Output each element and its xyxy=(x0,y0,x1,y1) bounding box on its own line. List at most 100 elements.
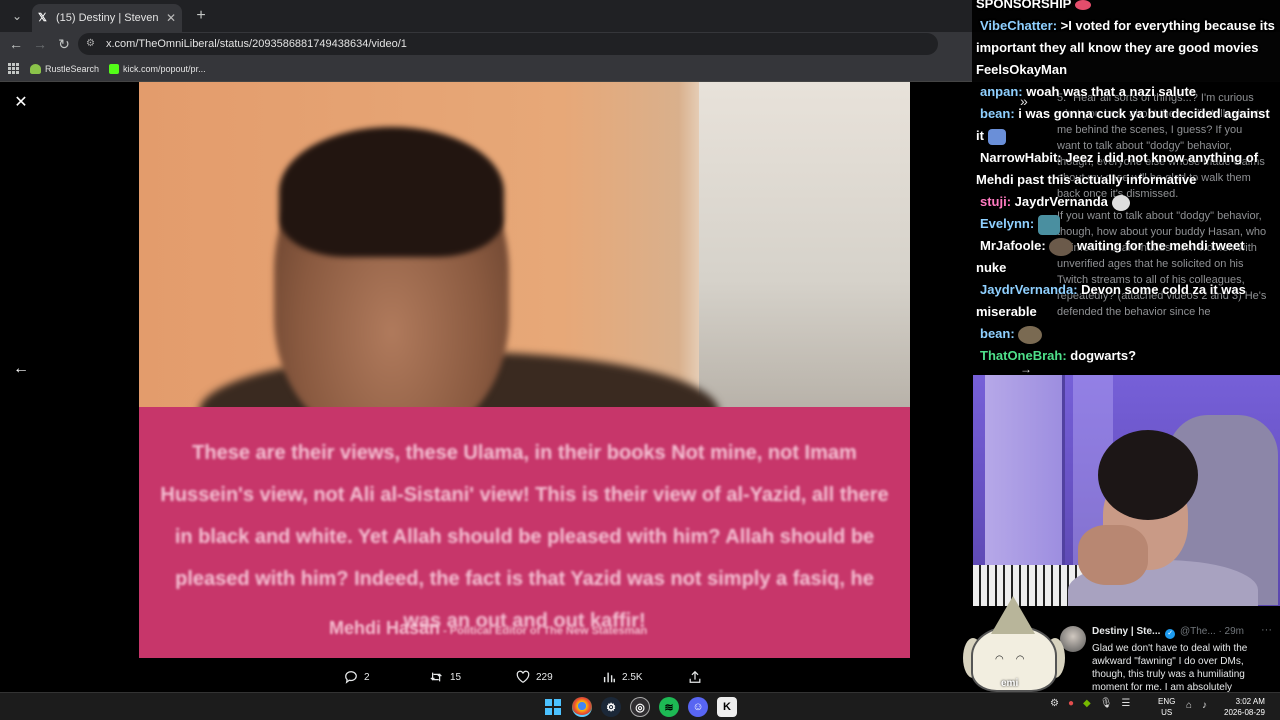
emote-icon xyxy=(1018,325,1043,344)
chat-message: NarrowHabit: Jeez i did not know anythin… xyxy=(976,147,1276,191)
tweet-preview-card[interactable]: Destiny | Ste... ✓ @The... · 29m ··· Gla… xyxy=(1048,618,1280,693)
tray-steam-icon[interactable]: ⚙ xyxy=(1050,698,1059,709)
discord-icon[interactable]: ☺ xyxy=(688,697,708,717)
chat-message: stuji: JaydrVernanda xyxy=(976,191,1276,213)
heart-icon xyxy=(516,670,530,683)
video-frame-window xyxy=(699,82,910,412)
windows-taskbar: ⚙ ◎ ≋ ☺ K ⚙ ● ◆ 🎙︎ ☰ ENG US ⌂ ♪ 3:02 AM … xyxy=(0,692,1280,720)
chat-message: Evelynn: xyxy=(976,213,1276,235)
address-url: x.com/TheOmniLiberal/status/209358688174… xyxy=(106,38,407,50)
clock-date: 2026-08-29 xyxy=(1224,708,1265,717)
chat-message: SPONSORSHIP xyxy=(976,0,1276,15)
tab-title: (15) Destiny | Steven Bonne xyxy=(56,12,160,24)
chat-username: VibeChatter: xyxy=(980,18,1058,33)
repost-button[interactable]: 15 xyxy=(430,667,516,687)
repost-icon xyxy=(430,672,442,682)
forward-arrow-icon[interactable]: → xyxy=(30,34,50,54)
tab-search-chevron-icon[interactable]: ⌄ xyxy=(6,5,28,27)
tweet-author-name[interactable]: Destiny | Ste... xyxy=(1092,626,1160,637)
steam-icon[interactable]: ⚙ xyxy=(601,697,621,717)
back-arrow-icon[interactable]: ← xyxy=(6,34,26,54)
site-info-icon[interactable]: ⚙ xyxy=(86,38,98,50)
apps-grid-icon[interactable] xyxy=(8,62,20,75)
browser-tab[interactable]: 𝕏 (15) Destiny | Steven Bonne ✕ xyxy=(32,4,182,32)
view-count: 2.5K xyxy=(622,671,643,683)
reply-count: 2 xyxy=(364,671,370,683)
emote-icon xyxy=(1037,214,1060,235)
emote-icon xyxy=(1111,194,1130,211)
like-count: 229 xyxy=(536,671,553,683)
verified-badge-icon: ✓ xyxy=(1165,629,1176,639)
repost-count: 15 xyxy=(450,671,462,683)
attribution-name: Mehdi Hasan xyxy=(329,618,441,638)
reply-icon xyxy=(345,671,357,684)
chat-username: NarrowHabit: xyxy=(980,150,1062,165)
address-bar[interactable]: ⚙ x.com/TheOmniLiberal/status/2093586881… xyxy=(78,33,938,55)
video-caption-attribution: Mehdi Hasan - Political Editor of The Ne… xyxy=(329,618,647,639)
chat-username: bean: xyxy=(980,326,1015,341)
spotify-icon[interactable]: ≋ xyxy=(659,697,679,717)
tray-shield-icon[interactable]: ● xyxy=(1068,698,1074,709)
chat-username: ThatOneBrah: xyxy=(980,348,1067,363)
views-chart-icon xyxy=(603,672,615,683)
bookmark-rustlesearch[interactable]: RustleSearch xyxy=(30,63,99,74)
tab-close-icon[interactable]: ✕ xyxy=(166,11,176,25)
chat-text: woah was that a nazi salute xyxy=(1022,84,1197,99)
more-options-icon[interactable]: ··· xyxy=(1261,624,1272,636)
chrome-icon[interactable] xyxy=(572,697,592,717)
system-tray: ⚙ ● ◆ 🎙︎ ☰ xyxy=(1050,698,1130,709)
tweet-time: · 29m xyxy=(1218,626,1244,637)
chat-overlay: SPONSORSHIP VibeChatter: >I voted for ev… xyxy=(976,0,1276,367)
taskbar-clock[interactable]: 3:02 AM 2026-08-29 xyxy=(1224,696,1265,718)
video-caption-quote: These are their views, these Ulama, in t… xyxy=(160,442,889,632)
mascot-emote: ◠◠ emi xyxy=(963,596,1065,692)
app-k-icon[interactable]: K xyxy=(717,697,737,717)
chat-username: MrJafoole: xyxy=(980,238,1046,253)
network-icon[interactable]: ⌂ xyxy=(1186,700,1192,711)
chat-message: ThatOneBrah: dogwarts? xyxy=(976,345,1276,367)
chat-message: VibeChatter: >I voted for everything bec… xyxy=(976,15,1276,81)
reply-button[interactable]: 2 xyxy=(344,667,430,687)
tweet-action-bar: 2 15 229 2.5K xyxy=(344,667,702,687)
chat-username: JaydrVernanda: xyxy=(980,282,1078,297)
webcam-person-hair xyxy=(1098,430,1198,520)
video-player[interactable]: These are their views, these Ulama, in t… xyxy=(139,82,910,658)
x-logo-icon: 𝕏 xyxy=(38,12,47,24)
new-tab-button[interactable]: + xyxy=(188,3,214,29)
chat-message: JaydrVernanda: Devon some cold za it was… xyxy=(976,279,1276,323)
volume-icon[interactable]: ♪ xyxy=(1202,700,1207,711)
previous-media-arrow-icon[interactable]: ← xyxy=(12,360,30,378)
mascot-eyes: ◠◠ xyxy=(995,654,1037,665)
tweet-text: Glad we don't have to deal with the awkw… xyxy=(1092,643,1248,693)
tray-nvidia-icon[interactable]: ◆ xyxy=(1083,698,1091,709)
views-button[interactable]: 2.5K xyxy=(602,667,688,687)
tray-mic-icon[interactable]: 🎙︎ xyxy=(1100,698,1113,709)
mascot-hat xyxy=(991,596,1035,634)
obs-icon[interactable]: ◎ xyxy=(630,697,650,717)
windows-start-icon[interactable] xyxy=(543,697,563,717)
share-button[interactable] xyxy=(688,667,702,687)
language-indicator[interactable]: ENG US xyxy=(1158,696,1175,718)
chat-text: dogwarts? xyxy=(1066,348,1137,363)
tray-wifi-icon[interactable]: ☰ xyxy=(1121,698,1130,709)
video-frame-hair xyxy=(279,127,504,257)
reload-icon[interactable]: ↻ xyxy=(54,34,74,54)
chat-text: SPONSORSHIP xyxy=(976,0,1072,11)
close-icon[interactable]: ✕ xyxy=(12,94,30,112)
chat-text: JaydrVernanda xyxy=(1011,194,1108,209)
chat-username: bean: xyxy=(980,106,1015,121)
screen: ⌄ 𝕏 (15) Destiny | Steven Bonne ✕ + ← → … xyxy=(0,0,1280,720)
like-button[interactable]: 229 xyxy=(516,667,602,687)
chat-message: bean: xyxy=(976,323,1276,345)
emote-icon xyxy=(987,128,1006,145)
chat-text: i was gonna cuck ya but decided against … xyxy=(976,106,1270,143)
chat-username: stuji: xyxy=(980,194,1012,209)
rustle-icon xyxy=(30,63,41,74)
mascot-label: emi xyxy=(1001,678,1019,689)
attribution-role: - Political Editor of The New Statesman xyxy=(440,625,648,637)
chat-message: bean: i was gonna cuck ya but decided ag… xyxy=(976,103,1276,147)
media-viewer: ✕ ← These are their views, these Ulama, … xyxy=(0,82,972,692)
emote-icon xyxy=(1074,0,1091,10)
bookmark-kick-popout[interactable]: kick.com/popout/pr... xyxy=(109,63,206,74)
webcam-person-hand xyxy=(1078,525,1148,585)
